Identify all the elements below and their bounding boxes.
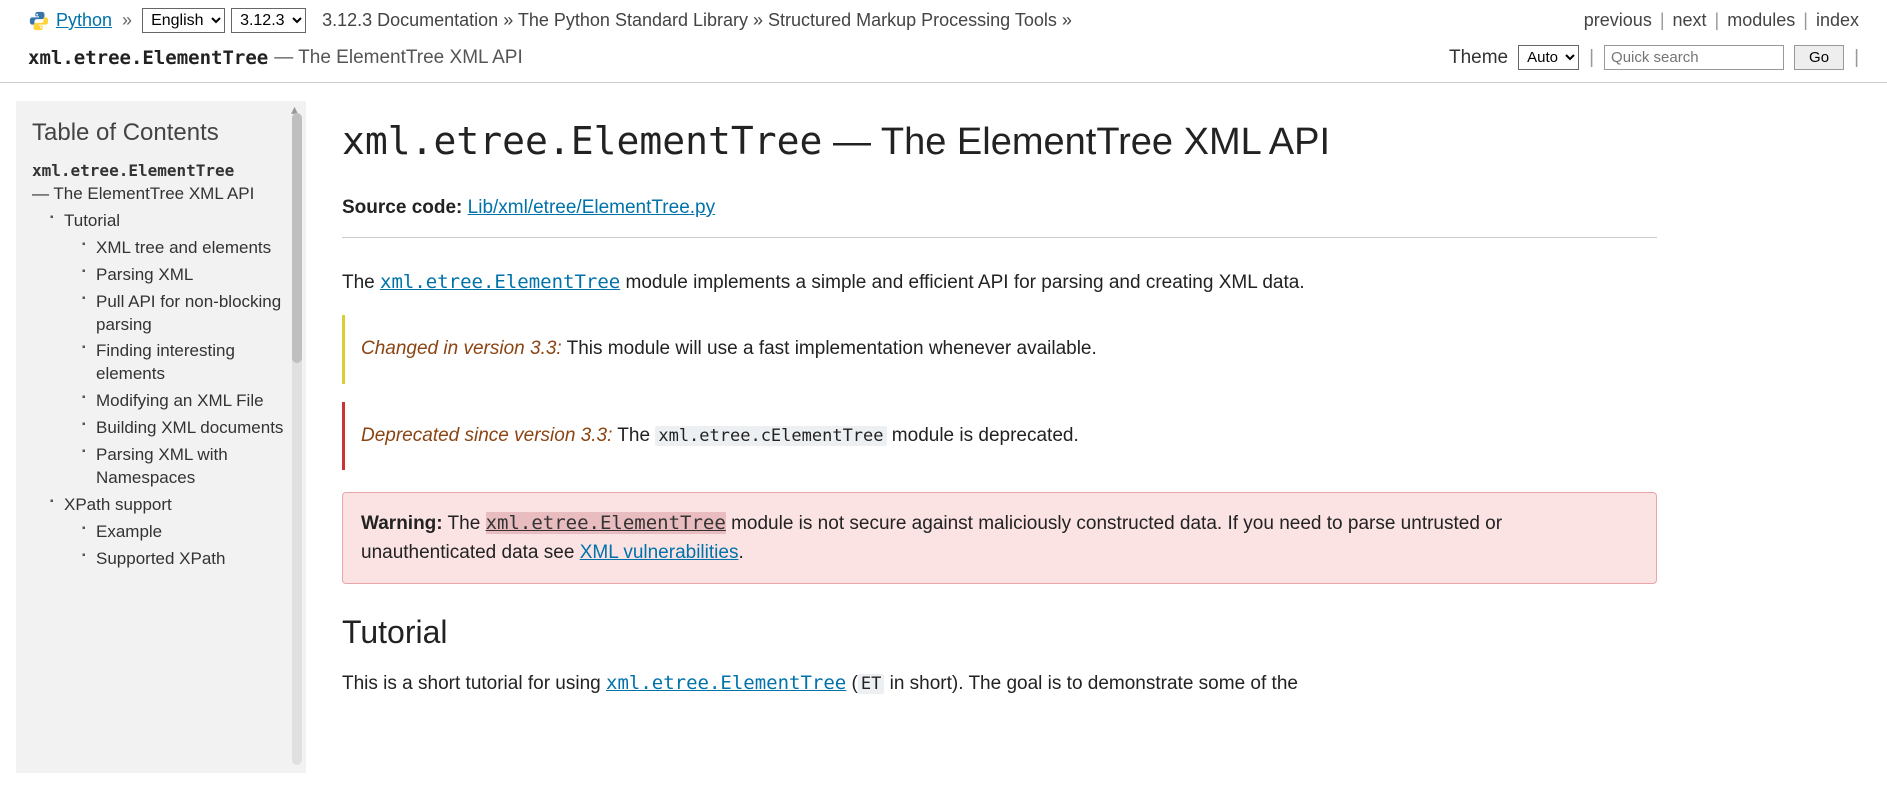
toc-modifying[interactable]: Modifying an XML File bbox=[96, 391, 264, 410]
theme-select[interactable]: Auto bbox=[1518, 45, 1579, 70]
toc-supported-xpath[interactable]: Supported XPath bbox=[96, 549, 225, 568]
breadcrumb: 3.12.3 Documentation » The Python Standa… bbox=[312, 10, 1072, 31]
toc-xml-tree[interactable]: XML tree and elements bbox=[96, 238, 271, 257]
top-navigation: Python » English 3.12.3 3.12.3 Documenta… bbox=[0, 0, 1887, 39]
tutorial-heading: Tutorial bbox=[342, 614, 1657, 651]
main-content: xml.etree.ElementTree — The ElementTree … bbox=[306, 101, 1887, 773]
page-title: xml.etree.ElementTree — The ElementTree … bbox=[342, 119, 1657, 164]
search-go-button[interactable]: Go bbox=[1794, 45, 1844, 70]
deprecated-note: Deprecated since version 3.3: The xml.et… bbox=[342, 402, 1657, 471]
sub-navigation: xml.etree.ElementTree — The ElementTree … bbox=[0, 39, 1887, 83]
scrollbar-track[interactable] bbox=[292, 113, 302, 765]
toc-example[interactable]: Example bbox=[96, 522, 162, 541]
nav-index[interactable]: index bbox=[1816, 10, 1859, 31]
toc-root-module[interactable]: xml.etree.ElementTree bbox=[32, 161, 290, 180]
toc-xpath[interactable]: XPath support bbox=[64, 495, 172, 514]
separator: » bbox=[122, 10, 132, 31]
module-link[interactable]: xml.etree.ElementTree bbox=[380, 271, 620, 293]
language-select[interactable]: English bbox=[142, 8, 225, 33]
warning-module-link[interactable]: xml.etree.ElementTree bbox=[486, 512, 726, 534]
theme-label: Theme bbox=[1449, 47, 1508, 69]
nav-next[interactable]: next bbox=[1673, 10, 1707, 31]
toc-pull-api[interactable]: Pull API for non-blocking parsing bbox=[96, 292, 281, 334]
module-name: xml.etree.ElementTree bbox=[28, 47, 268, 69]
tutorial-paragraph: This is a short tutorial for using xml.e… bbox=[342, 669, 1657, 699]
source-link[interactable]: Lib/xml/etree/ElementTree.py bbox=[468, 197, 715, 218]
toc-root-subtitle[interactable]: — The ElementTree XML API bbox=[32, 182, 290, 206]
tutorial-module-link[interactable]: xml.etree.ElementTree bbox=[606, 672, 846, 694]
changed-note: Changed in version 3.3: This module will… bbox=[342, 315, 1657, 384]
source-code-line: Source code: Lib/xml/etree/ElementTree.p… bbox=[342, 194, 1657, 223]
toc-building[interactable]: Building XML documents bbox=[96, 418, 283, 437]
toc-heading: Table of Contents bbox=[32, 119, 290, 147]
search-input[interactable] bbox=[1604, 45, 1784, 70]
python-logo-icon bbox=[28, 10, 50, 32]
toc-tutorial[interactable]: Tutorial bbox=[64, 211, 120, 230]
intro-paragraph: The xml.etree.ElementTree module impleme… bbox=[342, 268, 1657, 298]
python-home-link[interactable]: Python bbox=[56, 10, 112, 31]
xml-vulnerabilities-link[interactable]: XML vulnerabilities bbox=[580, 542, 739, 563]
nav-modules[interactable]: modules bbox=[1727, 10, 1795, 31]
sidebar-toc: ▴ Table of Contents xml.etree.ElementTre… bbox=[16, 101, 306, 773]
toc-parsing-ns[interactable]: Parsing XML with Namespaces bbox=[96, 445, 228, 487]
toc-finding[interactable]: Finding interesting elements bbox=[96, 341, 235, 383]
scrollbar-thumb[interactable] bbox=[292, 113, 302, 363]
crumb-stdlib[interactable]: The Python Standard Library bbox=[518, 10, 748, 30]
module-subtitle: — The ElementTree XML API bbox=[274, 47, 523, 69]
divider bbox=[342, 237, 1657, 238]
top-right-nav: previous| next| modules| index bbox=[1584, 10, 1859, 31]
version-select[interactable]: 3.12.3 bbox=[231, 8, 306, 33]
nav-previous[interactable]: previous bbox=[1584, 10, 1652, 31]
toc-parsing-xml[interactable]: Parsing XML bbox=[96, 265, 193, 284]
warning-box: Warning: The xml.etree.ElementTree modul… bbox=[342, 492, 1657, 584]
crumb-markup[interactable]: Structured Markup Processing Tools bbox=[768, 10, 1057, 30]
crumb-docs[interactable]: 3.12.3 Documentation bbox=[322, 10, 498, 30]
